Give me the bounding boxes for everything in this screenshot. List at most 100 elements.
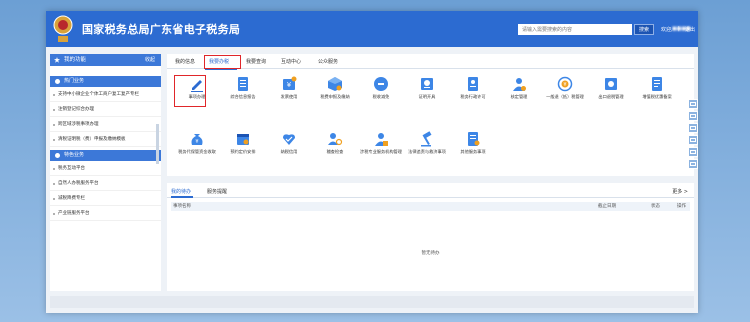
search-input[interactable] [518, 24, 632, 35]
service-label: 预约定价安排 [230, 149, 256, 154]
service-item[interactable]: ¥ 税务代保管资金收取 [173, 131, 221, 159]
float-button-1[interactable] [688, 99, 698, 109]
certificate-icon [421, 78, 433, 90]
section-label: 热门业务 [64, 78, 85, 84]
sidebar-header-title: 我的功能 [64, 57, 87, 63]
welcome-text: 欢迎, [661, 27, 673, 33]
sidebar-item[interactable]: 跨区域涉税事项办理 [50, 117, 161, 132]
float-button-6[interactable] [688, 159, 698, 169]
service-label: 发票使用 [280, 94, 298, 99]
site-title: 国家税务总局广东省电子税务局 [82, 23, 241, 36]
separator: | [678, 26, 680, 32]
search-button[interactable]: 搜索 [634, 24, 654, 35]
service-item[interactable]: 其他服务事项 [449, 131, 497, 159]
cube-icon [328, 77, 342, 91]
other-services-icon [468, 132, 480, 146]
service-label: 增值税优惠备案 [642, 94, 672, 99]
general-taxpayer-icon: ¥ [557, 76, 573, 92]
gavel-icon [421, 131, 432, 147]
service-label: 出口退税管理 [598, 94, 624, 99]
service-label: 涉税专业服务机构管理 [360, 149, 402, 154]
main-panel: 我的信息 我要办税 我要查询 互动中心 公众服务 事项办理 综合信息报告 ¥ 发… [167, 54, 694, 176]
service-item[interactable]: 稽查检查 [311, 131, 359, 159]
window-icon [690, 162, 696, 166]
tab-i-want-to-query[interactable]: 我要查询 [246, 58, 266, 65]
user-manage-icon [513, 78, 526, 91]
sidebar-collapse-button[interactable]: 收起 [145, 54, 155, 66]
tax-emblem-icon [53, 15, 73, 42]
service-item[interactable]: 出口退税管理 [587, 76, 635, 104]
sidebar-item[interactable]: 支持中小微企业个体工商户复工复产专栏 [50, 87, 161, 102]
service-label: 证明开具 [418, 94, 436, 99]
service-item[interactable]: 核定管理 [495, 76, 543, 104]
service-item[interactable]: 纳税信用 [265, 131, 313, 159]
service-item[interactable]: 税费申报及缴纳 [311, 76, 359, 104]
column-header: 操作 [677, 204, 686, 209]
todo-table-header: 事项名称 截止日期 状态 操作 [171, 202, 690, 211]
sidebar-item[interactable]: 清税证明税（费）申报及缴纳模板 [50, 132, 161, 147]
service-item[interactable]: 综合信息报告 [219, 76, 267, 104]
sidebar-section-hot[interactable]: 热门业务 [50, 76, 161, 87]
service-item[interactable]: 证明开具 [403, 76, 451, 104]
highlight-tab-box [204, 55, 241, 69]
service-item[interactable]: 法律追责与救济事项 [403, 131, 451, 159]
tab-my-info[interactable]: 我的信息 [175, 58, 195, 65]
agency-icon [375, 133, 388, 146]
window-icon [690, 150, 696, 154]
desktop-background: 国家税务总局广东省电子税务局 搜索 欢迎, ■■■■ | 退出 我的功能 收起 … [0, 0, 750, 322]
float-button-2[interactable] [688, 111, 698, 121]
todo-panel: 我的待办 服务提醒 更多 > 事项名称 截止日期 状态 操作 暂无待办 [167, 183, 694, 291]
sidebar-scrollbar[interactable] [156, 124, 159, 164]
tab-interaction-center[interactable]: 互动中心 [281, 58, 301, 65]
svg-text:¥: ¥ [195, 139, 198, 145]
service-label: 其他服务事项 [460, 149, 486, 154]
service-item[interactable]: 增值税优惠备案 [633, 76, 681, 104]
service-label: 核定管理 [510, 94, 528, 99]
more-link[interactable]: 更多 > [672, 188, 688, 195]
admin-permit-icon [468, 77, 478, 91]
sidebar-section-special[interactable]: 特色业务 [50, 150, 161, 161]
service-item[interactable]: 预约定价安排 [219, 131, 267, 159]
heart-shield-icon [283, 134, 295, 145]
sidebar-item[interactable]: 自然人办税服务平台 [50, 176, 161, 191]
sidebar-item[interactable]: 减税降费专栏 [50, 191, 161, 206]
logout-link[interactable]: 退出 [685, 26, 695, 33]
service-label: 纳税信用 [280, 149, 298, 154]
money-bag-icon: ¥ [191, 134, 203, 145]
service-item[interactable]: 涉税专业服务机构管理 [357, 131, 405, 159]
service-label: 综合信息报告 [230, 94, 256, 99]
float-button-4[interactable] [688, 135, 698, 145]
window-icon [690, 102, 696, 106]
hot-icon [55, 79, 60, 84]
service-item[interactable]: 税务行政许可 [449, 76, 497, 104]
window-icon [690, 138, 696, 142]
service-item[interactable]: 税收减免 [357, 76, 405, 104]
preferential-record-icon [652, 77, 662, 91]
tax-report-icon: ¥ [283, 76, 297, 90]
sidebar-item[interactable]: 税务互动平台 [50, 161, 161, 176]
tab-service-reminder[interactable]: 服务提醒 [207, 188, 227, 195]
service-item[interactable]: ¥ 一般退（抵）税管理 [541, 76, 589, 104]
todo-tabs: 我的待办 服务提醒 更多 > [167, 183, 694, 198]
sidebar-item[interactable]: 注销登记综合办理 [50, 102, 161, 117]
service-label: 稽查检查 [326, 149, 344, 154]
window-icon [690, 114, 696, 118]
float-button-5[interactable] [688, 147, 698, 157]
float-button-3[interactable] [688, 123, 698, 133]
service-label: 一般退（抵）税管理 [546, 94, 584, 99]
column-header: 事项名称 [173, 204, 191, 209]
svg-text:¥: ¥ [287, 81, 292, 89]
highlight-service-box [174, 75, 206, 107]
tab-my-todo[interactable]: 我的待办 [171, 188, 191, 195]
inspection-icon [328, 133, 343, 146]
top-header: 国家税务总局广东省电子税务局 搜索 欢迎, ■■■■ | 退出 [46, 11, 698, 47]
sidebar-item[interactable]: 产业链服务平台 [50, 206, 161, 221]
calendar-icon [237, 134, 249, 145]
service-item[interactable]: ¥ 发票使用 [265, 76, 313, 104]
svg-text:¥: ¥ [563, 82, 566, 88]
column-header: 截止日期 [598, 204, 616, 209]
service-label: 税务代保管资金收取 [178, 149, 216, 154]
document-icon [238, 77, 248, 91]
tab-public-services[interactable]: 公众服务 [318, 58, 338, 65]
service-label: 税费申报及缴纳 [320, 94, 350, 99]
